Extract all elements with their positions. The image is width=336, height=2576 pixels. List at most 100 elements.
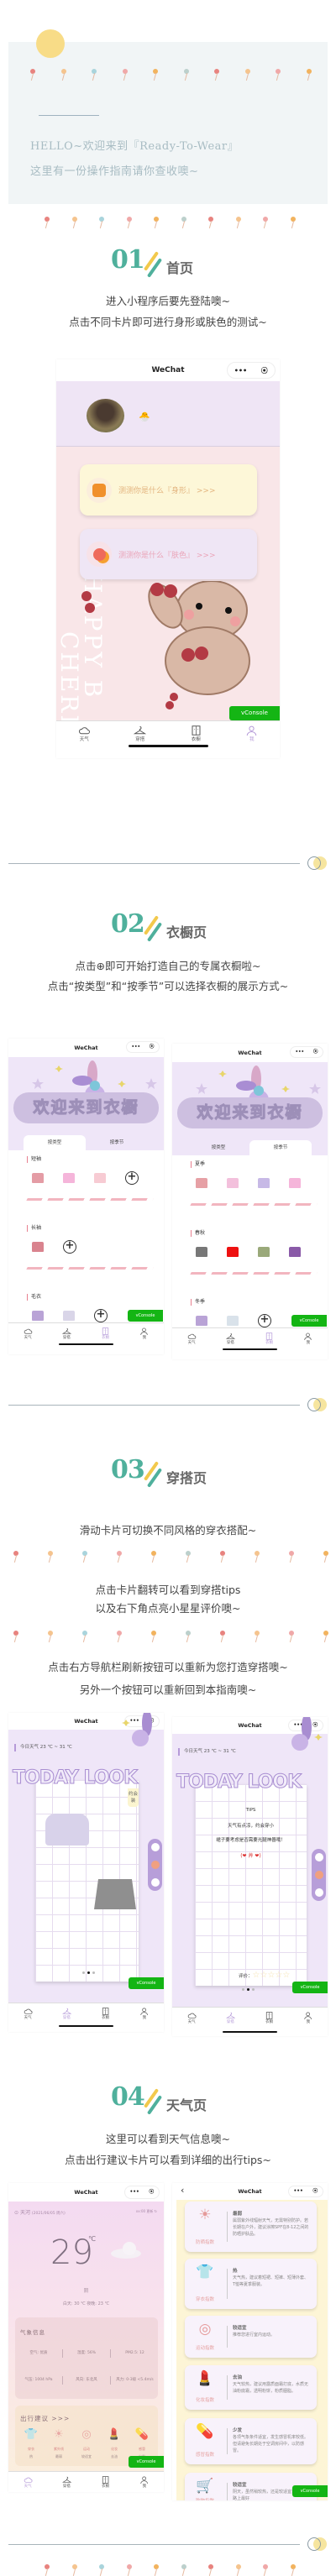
clothing-item[interactable] xyxy=(196,1178,207,1188)
tab-me[interactable]: 我 xyxy=(289,2008,328,2036)
body-shape-test-card[interactable]: 测测你是什么『身形』 >>> xyxy=(80,464,257,516)
tab-weather[interactable]: 天气 xyxy=(56,721,113,758)
vconsole-button[interactable]: vConsole xyxy=(291,1315,327,1327)
tab-outfit[interactable]: 穿搭 xyxy=(47,1323,86,1354)
advice-card[interactable]: 💊 感冒指数 少发 各项气象条件适宜，发生感冒机率较低。但请避免长期处于空调房间中，以… xyxy=(185,2418,317,2464)
add-clothing-button[interactable]: + xyxy=(125,1171,139,1185)
clothing-item[interactable] xyxy=(227,1316,239,1326)
refresh-button[interactable] xyxy=(150,1877,160,1887)
more-icon[interactable]: ••• xyxy=(234,362,248,379)
clothing-item[interactable] xyxy=(258,1247,270,1257)
favorite-button[interactable] xyxy=(150,1860,160,1869)
tab-by-season[interactable]: 按季节 xyxy=(249,1140,312,1155)
lollipop-decoration xyxy=(181,217,186,222)
tab-weather[interactable]: 天气 xyxy=(172,2008,211,2036)
avatar[interactable] xyxy=(87,399,124,432)
clothing-item[interactable] xyxy=(289,1178,301,1188)
tab-me[interactable]: 我 xyxy=(224,721,281,758)
tab-wardrobe[interactable]: 衣橱 xyxy=(87,2472,125,2492)
skin-tone-test-card[interactable]: 测测你是什么『肤色』 >>> xyxy=(80,529,257,579)
clothing-item[interactable] xyxy=(227,1247,239,1257)
tab-outfit[interactable]: 穿搭 xyxy=(113,721,169,758)
clothing-item[interactable] xyxy=(63,1173,75,1183)
pagination-dot[interactable] xyxy=(247,1988,249,1991)
vconsole-button[interactable]: vConsole xyxy=(129,1977,164,1989)
user-icon xyxy=(304,1333,312,1340)
clothing-item[interactable] xyxy=(94,1173,106,1183)
tab-by-type[interactable]: 按类型 xyxy=(187,1140,249,1155)
capsule-menu[interactable]: ••• ⦿ xyxy=(226,362,276,379)
more-icon[interactable]: ••• xyxy=(130,2186,139,2199)
clothing-item[interactable] xyxy=(196,1316,207,1326)
add-clothing-button[interactable]: + xyxy=(63,1240,76,1254)
tab-weather[interactable]: 天气 xyxy=(172,1328,211,1359)
tab-by-type[interactable]: 按类型 xyxy=(24,1135,86,1150)
section-title: 穿搭页 xyxy=(166,1470,207,1486)
back-button[interactable]: ‹ xyxy=(181,2185,184,2196)
close-miniprogram-icon[interactable]: ⦿ xyxy=(312,2186,318,2197)
tab-by-season[interactable]: 按季节 xyxy=(86,1135,148,1150)
capsule-menu[interactable]: ••• ⦿ xyxy=(123,2186,160,2199)
tab-weather[interactable]: 天气 xyxy=(8,1323,47,1354)
tab-wardrobe[interactable]: 衣橱 xyxy=(168,721,224,758)
pagination-dot[interactable] xyxy=(87,1971,90,1974)
vconsole-button[interactable]: vConsole xyxy=(129,2456,164,2468)
guide-button[interactable] xyxy=(150,1843,160,1852)
more-icon[interactable]: ••• xyxy=(295,1046,304,1058)
tab-me[interactable]: 我 xyxy=(125,1323,164,1354)
add-clothing-button[interactable]: + xyxy=(94,1309,108,1322)
pagination-dot[interactable] xyxy=(92,1971,95,1974)
update-time[interactable]: xx:00 更新 ↻ xyxy=(136,2209,157,2214)
tab-weather[interactable]: 天气 xyxy=(8,2472,47,2492)
clothing-item[interactable] xyxy=(32,1242,44,1252)
add-clothing-button[interactable]: + xyxy=(258,1314,271,1327)
clothing-item[interactable] xyxy=(32,1311,44,1321)
tab-outfit[interactable]: 穿搭 xyxy=(47,2003,86,2032)
clothing-item[interactable] xyxy=(258,1178,270,1188)
advice-card[interactable]: ☀ 防晒指数 最弱 属弱紫外线辐射天气，无需特别防护。若长期在户外，建议涂擦SPF在8… xyxy=(185,2202,317,2252)
pagination-dot[interactable] xyxy=(82,1971,85,1974)
clothing-item[interactable] xyxy=(289,1247,301,1257)
tab-wardrobe[interactable]: 衣橱 xyxy=(87,2003,125,2032)
star-icon[interactable]: ☆ xyxy=(282,1971,290,1980)
refresh-button[interactable] xyxy=(314,1887,323,1897)
tab-me[interactable]: 我 xyxy=(125,2472,164,2492)
vconsole-button[interactable]: vConsole xyxy=(229,706,280,720)
outfit-card-flipped[interactable]: TIPS 天气有点凉，约会穿小 裙子要考虑是否需要光腿神器哦！ (❤ 艸 ❤) … xyxy=(195,1784,307,1986)
capsule-menu[interactable]: ••• ⦿ xyxy=(290,1046,323,1058)
tab-wardrobe[interactable]: 衣橱 xyxy=(87,1323,125,1354)
close-miniprogram-icon[interactable]: ⦿ xyxy=(149,2186,154,2199)
clothing-item[interactable] xyxy=(63,1311,75,1321)
vconsole-button[interactable]: vConsole xyxy=(128,1310,163,1322)
clothing-item[interactable] xyxy=(32,1173,44,1183)
advice-card[interactable]: 👕 穿衣指数 热天气热，建议着短裙、短裤、短薄外套、T恤等夏季服装。 xyxy=(185,2259,317,2309)
tab-weather[interactable]: 天气 xyxy=(8,2003,47,2032)
vconsole-button[interactable]: vConsole xyxy=(292,2485,328,2497)
clothing-item[interactable] xyxy=(227,1178,239,1188)
favorite-button[interactable] xyxy=(314,1870,323,1879)
pagination-dot[interactable] xyxy=(252,1988,255,1991)
close-miniprogram-icon[interactable]: ⦿ xyxy=(313,1046,318,1058)
capsule-menu[interactable]: ••• ⦿ xyxy=(287,2186,323,2197)
vconsole-button[interactable]: vConsole xyxy=(292,1982,328,1993)
tab-wardrobe[interactable]: 衣橱 xyxy=(250,1328,289,1359)
tab-outfit[interactable]: 穿搭 xyxy=(47,2472,86,2492)
location[interactable]: 天河 xyxy=(20,2210,30,2216)
capsule-menu[interactable]: ••• ⦿ xyxy=(126,1041,160,1053)
advice-card[interactable]: ◎ 运动指数 较适宜 推荐您进行室内运动。 xyxy=(185,2316,317,2358)
pagination-dot[interactable] xyxy=(242,1988,244,1991)
clothing-item[interactable] xyxy=(196,1247,207,1257)
outfit-card[interactable]: 约会装 xyxy=(35,1780,139,1982)
more-icon[interactable]: ••• xyxy=(294,2186,303,2197)
close-miniprogram-icon[interactable]: ⦿ xyxy=(261,362,268,379)
tab-me[interactable]: 我 xyxy=(289,1328,328,1359)
tips-text: 裙子要考虑是否需要光腿神器哦！ xyxy=(216,1838,286,1843)
tab-me[interactable]: 我 xyxy=(125,2003,164,2032)
lollipop-decoration xyxy=(181,2564,186,2569)
tab-outfit[interactable]: 穿搭 xyxy=(211,1328,249,1359)
advice-card[interactable]: 💄 化妆指数 去油 天气较热，建议用露质面霜打底，水质无油粉底霜，透明粉饼，粉质胭脂。 xyxy=(185,2365,317,2410)
more-icon[interactable]: ••• xyxy=(131,1041,140,1053)
close-miniprogram-icon[interactable]: ⦿ xyxy=(150,1041,155,1053)
star-rating[interactable]: ☆☆☆☆☆ xyxy=(253,1971,291,1980)
guide-button[interactable] xyxy=(314,1853,323,1862)
